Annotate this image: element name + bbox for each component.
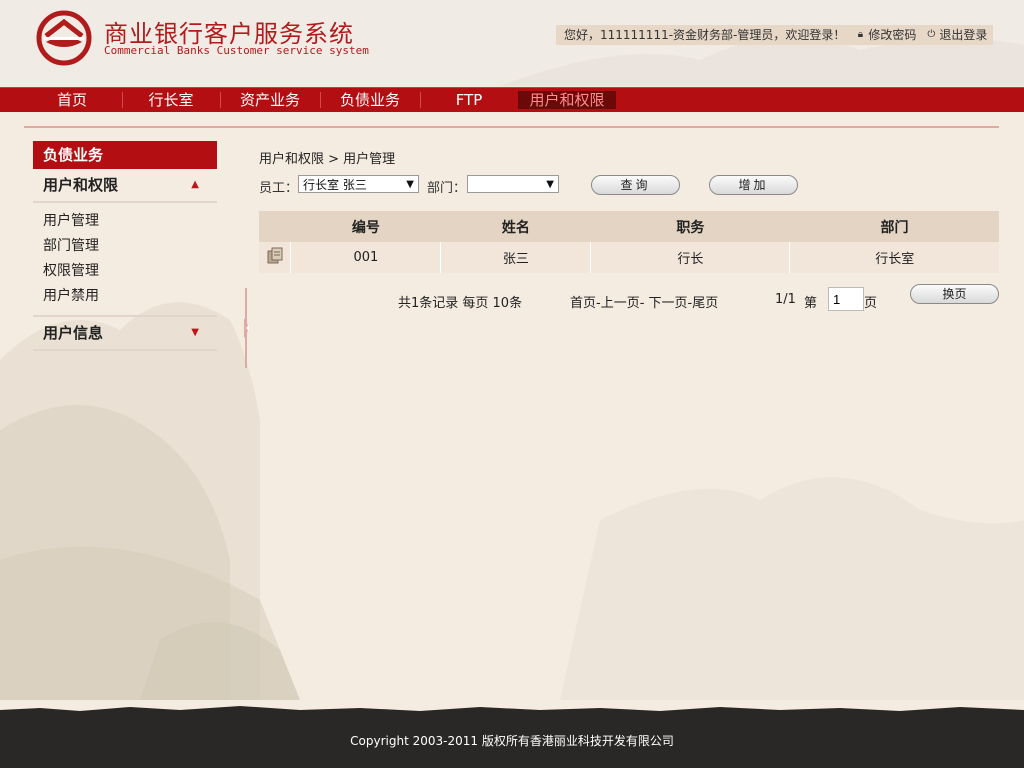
sidebar-item-department-management[interactable]: 部门管理	[43, 234, 217, 259]
change-password-link[interactable]: 修改密码	[868, 25, 916, 45]
chevron-down-icon: ▼	[406, 179, 414, 190]
table-cell-department: 行长室	[789, 242, 999, 273]
pager-page-prefix: 第	[804, 296, 818, 311]
power-icon: ⏻	[927, 29, 936, 40]
welcome-text: 您好，111111111-资金财务部-管理员，欢迎登录！	[564, 28, 846, 42]
system-subtitle: Commercial Banks Customer service system	[104, 44, 369, 57]
sidebar-item-permission-management[interactable]: 权限管理	[43, 259, 217, 284]
lock-icon: 🔒︎	[857, 29, 864, 40]
sidebar-group-label: 用户和权限	[43, 176, 119, 194]
department-label: 部门：	[427, 181, 467, 196]
sidebar-collapse-handle[interactable]	[240, 288, 252, 368]
add-button[interactable]: 增加	[709, 175, 798, 195]
triangle-up-icon: ▲	[191, 179, 199, 190]
sidebar-submenu: 用户管理 部门管理 权限管理 用户禁用	[33, 203, 217, 317]
pager: 共1条记录 每页 10条 首页-上一页- 下一页-尾页 1/1 第 页 换页	[259, 284, 999, 314]
table-header-icon-col	[259, 211, 291, 242]
pager-page-info: 1/1	[775, 292, 796, 307]
employee-select[interactable]: 行长室 张三 ▼	[298, 175, 419, 193]
employee-select-value: 行长室 张三	[303, 178, 367, 192]
nav-item-ftp[interactable]: FTP	[421, 88, 517, 112]
content-divider	[24, 126, 999, 128]
pager-page-suffix: 页	[864, 296, 878, 311]
triangle-down-icon: ▼	[191, 327, 199, 338]
breadcrumb: 用户和权限 > 用户管理	[259, 152, 396, 167]
department-select[interactable]: ▼	[467, 175, 559, 193]
logout-link[interactable]: 退出登录	[939, 25, 987, 45]
main-nav: 首页 行长室 资产业务 负债业务 FTP 用户和权限	[0, 87, 1024, 112]
pager-links[interactable]: 首页-上一页- 下一页-尾页	[570, 292, 718, 311]
sidebar-section-title: 负债业务	[33, 141, 217, 169]
sidebar: 负债业务 用户和权限 ▲ 用户管理 部门管理 权限管理 用户禁用 用户信息 ▼	[33, 141, 217, 351]
table-header-title: 职务	[590, 211, 790, 242]
nav-item-home[interactable]: 首页	[22, 88, 122, 112]
query-button[interactable]: 查询	[591, 175, 680, 195]
chevron-down-icon: ▼	[546, 179, 554, 190]
go-page-button[interactable]: 换页	[910, 284, 999, 304]
nav-item-liability-business[interactable]: 负债业务	[321, 88, 419, 112]
header: 商业银行客户服务系统 Commercial Banks Customer ser…	[0, 0, 1024, 86]
pager-summary: 共1条记录 每页 10条	[398, 296, 523, 311]
table-header-id: 编号	[290, 211, 441, 242]
sidebar-item-user-disable[interactable]: 用户禁用	[43, 284, 217, 309]
filter-bar: 员工： 行长室 张三 ▼ 部门： ▼ 查询 增加	[259, 175, 999, 197]
sidebar-item-user-management[interactable]: 用户管理	[43, 209, 217, 234]
nav-item-users-permissions[interactable]: 用户和权限	[518, 91, 616, 109]
nav-item-asset-business[interactable]: 资产业务	[221, 88, 319, 112]
sidebar-group-users-permissions[interactable]: 用户和权限 ▲	[33, 169, 217, 203]
nav-item-president-office[interactable]: 行长室	[123, 88, 219, 112]
bank-logo-icon	[36, 10, 92, 66]
page-number-input[interactable]	[828, 287, 864, 311]
table-header-department: 部门	[789, 211, 999, 242]
landscape-background	[0, 0, 1024, 768]
document-icon[interactable]	[266, 247, 284, 265]
sidebar-group-user-info[interactable]: 用户信息 ▼	[33, 317, 217, 351]
table-row[interactable]: 001 张三 行长 行长室	[259, 242, 999, 273]
sidebar-group-label: 用户信息	[43, 324, 104, 342]
user-bar: 您好，111111111-资金财务部-管理员，欢迎登录！ 🔒︎ 修改密码 ⏻ 退…	[556, 25, 993, 45]
table-header-row: 编号 姓名 职务 部门	[259, 211, 999, 242]
table-cell-icon[interactable]	[259, 242, 291, 273]
table-cell-name: 张三	[440, 242, 591, 273]
user-table: 编号 姓名 职务 部门 001 张三 行长 行长室	[259, 211, 999, 273]
footer: Copyright 2003-2011 版权所有香港丽业科技开发有限公司	[0, 706, 1024, 768]
copyright-text: Copyright 2003-2011 版权所有香港丽业科技开发有限公司	[350, 734, 674, 748]
employee-label: 员工：	[259, 181, 299, 196]
table-cell-title: 行长	[590, 242, 790, 273]
footer-ridge-decoration	[0, 706, 1024, 716]
table-header-name: 姓名	[440, 211, 591, 242]
main-content: 用户和权限 > 用户管理 员工： 行长室 张三 ▼ 部门： ▼ 查询 增加 编号…	[259, 148, 999, 311]
table-cell-id: 001	[290, 242, 441, 273]
